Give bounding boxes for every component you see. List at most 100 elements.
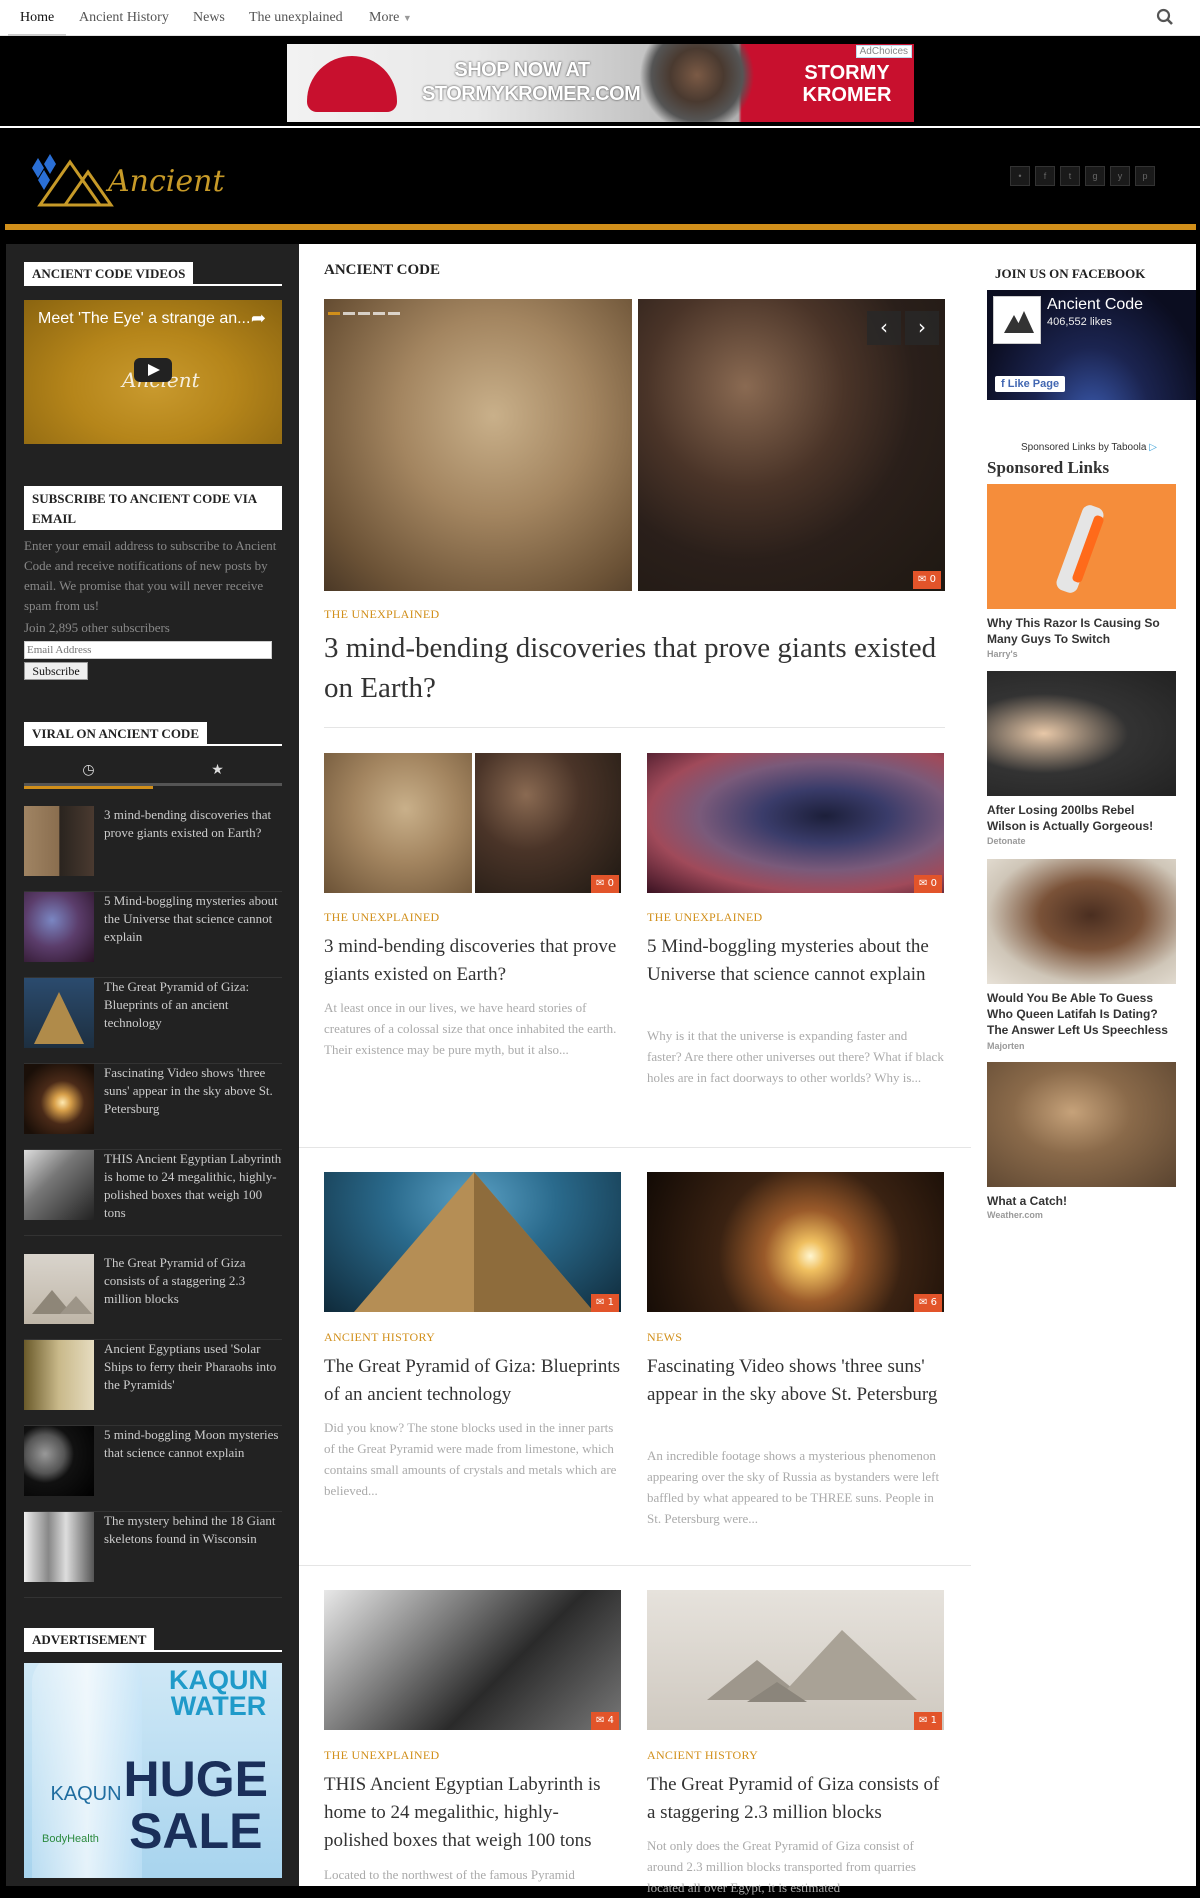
featured-title[interactable]: 3 mind-bending discoveries that prove gi… xyxy=(324,628,945,708)
facebook-page-name[interactable]: Ancient Code xyxy=(1047,296,1143,314)
article-excerpt: Located to the northwest of the famous P… xyxy=(324,1867,575,1882)
featured-category[interactable]: THE UNEXPLAINED xyxy=(324,607,439,622)
divider xyxy=(324,727,945,728)
nav-news[interactable]: News xyxy=(193,0,225,36)
viral-item[interactable]: The Great Pyramid of Giza: Blueprints of… xyxy=(24,978,282,1064)
comment-count-badge[interactable]: ✉ 1 xyxy=(914,1712,942,1730)
article-card[interactable]: ✉ 0 THE UNEXPLAINED 5 Mind-boggling myst… xyxy=(647,753,944,1093)
like-page-button[interactable]: f Like Page xyxy=(995,376,1066,392)
video-player[interactable]: Meet 'The Eye' a strange an... ➦ Ancient xyxy=(24,300,282,444)
article-excerpt: Not only does the Great Pyramid of Giza … xyxy=(647,1838,916,1895)
article-card[interactable]: ✉ 4 THE UNEXPLAINED THIS Ancient Egyptia… xyxy=(324,1590,621,1886)
sponsored-source: Majorten xyxy=(987,1041,1025,1051)
article-card[interactable]: ✉ 0 THE UNEXPLAINED 3 mind-bending disco… xyxy=(324,753,621,1093)
comment-count-badge[interactable]: ✉ 6 xyxy=(914,1294,942,1312)
comment-icon: ✉ xyxy=(596,878,605,889)
viral-thumb xyxy=(24,892,94,962)
viral-item[interactable]: The mystery behind the 18 Giant skeleton… xyxy=(24,1512,282,1598)
nav-more[interactable]: More ▼ xyxy=(369,0,412,36)
site-logo[interactable]: Ancient xyxy=(30,150,225,210)
chevron-down-icon: ▼ xyxy=(402,13,412,23)
article-title[interactable]: THIS Ancient Egyptian Labyrinth is home … xyxy=(324,1771,621,1855)
tab-popular[interactable]: ★ xyxy=(153,756,282,786)
viral-item[interactable]: The Great Pyramid of Giza consists of a … xyxy=(24,1254,282,1340)
article-card[interactable]: ✉ 1 ANCIENT HISTORY The Great Pyramid of… xyxy=(647,1590,944,1895)
article-category[interactable]: ANCIENT HISTORY xyxy=(324,1330,435,1345)
article-title[interactable]: 3 mind-bending discoveries that prove gi… xyxy=(324,933,621,989)
clock-icon: ◷ xyxy=(82,762,95,778)
left-sidebar: ANCIENT CODE VIDEOS Meet 'The Eye' a str… xyxy=(6,244,299,1886)
article-category[interactable]: NEWS xyxy=(647,1330,682,1345)
viral-item[interactable]: 5 mind-boggling Moon mysteries that scie… xyxy=(24,1426,282,1512)
slider-dots[interactable] xyxy=(328,302,403,320)
facebook-icon: f xyxy=(1001,378,1005,390)
sponsored-title[interactable]: After Losing 200lbs Rebel Wilson is Actu… xyxy=(987,802,1176,834)
viral-item[interactable]: THIS Ancient Egyptian Labyrinth is home … xyxy=(24,1150,282,1236)
nav-the-unexplained[interactable]: The unexplained xyxy=(249,0,343,36)
article-excerpt: An incredible footage shows a mysterious… xyxy=(647,1448,940,1526)
article-title[interactable]: Fascinating Video shows 'three suns' app… xyxy=(647,1353,944,1409)
tab-recent[interactable]: ◷ xyxy=(24,756,153,789)
site-header: Ancient • f t g y p xyxy=(0,130,1200,230)
article-title[interactable]: 5 Mind-boggling mysteries about the Univ… xyxy=(647,933,944,989)
viral-item[interactable]: Fascinating Video shows 'three suns' app… xyxy=(24,1064,282,1150)
viral-widget-title: VIRAL ON ANCIENT CODE xyxy=(24,722,282,746)
search-icon[interactable] xyxy=(1156,8,1176,28)
google-plus-icon[interactable]: g xyxy=(1085,166,1105,186)
stormy-kromer-ad[interactable]: SHOP NOW AT STORMYKROMER.COM STORMY KROMER… xyxy=(287,44,914,122)
comment-icon: ✉ xyxy=(596,1297,605,1308)
comment-count-badge[interactable]: ✉ 0 xyxy=(591,875,619,893)
email-field[interactable] xyxy=(24,641,272,659)
featured-slider[interactable]: ‹ › ✉ 0 xyxy=(324,299,945,591)
taboola-label[interactable]: Sponsored Links by Taboola ▷ xyxy=(1021,442,1157,453)
article-category[interactable]: ANCIENT HISTORY xyxy=(647,1748,758,1763)
viral-item[interactable]: 5 Mind-boggling mysteries about the Univ… xyxy=(24,892,282,978)
article-category[interactable]: THE UNEXPLAINED xyxy=(647,910,762,925)
ad-huge-sale: HUGE SALE xyxy=(123,1751,268,1859)
sponsored-source: Detonate xyxy=(987,836,1026,846)
article-title[interactable]: The Great Pyramid of Giza consists of a … xyxy=(647,1771,944,1827)
comment-icon: ✉ xyxy=(918,574,927,585)
pinterest-icon[interactable]: p xyxy=(1135,166,1155,186)
article-category[interactable]: THE UNEXPLAINED xyxy=(324,910,439,925)
viral-item[interactable]: Ancient Egyptians used 'Solar Ships to f… xyxy=(24,1340,282,1426)
viral-tabs: ◷ ★ xyxy=(24,756,282,789)
nav-ancient-history[interactable]: Ancient History xyxy=(79,0,169,36)
youtube-icon[interactable]: y xyxy=(1110,166,1130,186)
nav-more-label: More xyxy=(369,10,400,25)
article-category[interactable]: THE UNEXPLAINED xyxy=(324,1748,439,1763)
slider-next-icon[interactable]: › xyxy=(905,311,939,345)
sponsored-title[interactable]: What a Catch! xyxy=(987,1193,1176,1209)
article-image xyxy=(647,753,944,893)
viral-thumb xyxy=(24,1150,94,1220)
ad-brand-text: STORMY KROMER xyxy=(802,62,892,106)
facebook-page-avatar xyxy=(993,296,1041,344)
facebook-page-box[interactable]: Ancient Code 406,552 likes f Like Page xyxy=(987,290,1196,400)
facebook-icon[interactable]: f xyxy=(1035,166,1055,186)
share-icon[interactable]: ➦ xyxy=(251,308,266,329)
article-card[interactable]: ✉ 1 ANCIENT HISTORY The Great Pyramid of… xyxy=(324,1172,621,1542)
nav-home[interactable]: Home xyxy=(8,0,67,36)
comment-count-badge[interactable]: ✉ 0 xyxy=(913,571,941,589)
sponsored-title[interactable]: Why This Razor Is Causing So Many Guys T… xyxy=(987,615,1176,647)
article-title[interactable]: The Great Pyramid of Giza: Blueprints of… xyxy=(324,1353,621,1409)
kaqun-water-ad[interactable]: KAQUN BodyHealth KAQUN WATER HUGE SALE xyxy=(24,1663,282,1878)
subscriber-count: Join 2,895 other subscribers xyxy=(24,620,170,635)
adchoices-icon[interactable]: AdChoices xyxy=(855,45,912,58)
header-gold-line xyxy=(5,224,1196,230)
subscribe-button[interactable]: Subscribe xyxy=(24,662,88,680)
play-icon[interactable] xyxy=(134,358,172,382)
article-card[interactable]: ✉ 6 NEWS Fascinating Video shows 'three … xyxy=(647,1172,944,1542)
comment-count-badge[interactable]: ✉ 4 xyxy=(591,1712,619,1730)
viral-item-title: 5 mind-boggling Moon mysteries that scie… xyxy=(104,1427,279,1460)
slider-prev-icon[interactable]: ‹ xyxy=(867,311,901,345)
sponsored-title[interactable]: Would You Be Able To Guess Who Queen Lat… xyxy=(987,990,1176,1038)
logo-text: Ancient xyxy=(108,164,225,199)
comment-count-badge[interactable]: ✉ 1 xyxy=(591,1294,619,1312)
rss-icon[interactable]: • xyxy=(1010,166,1030,186)
twitter-icon[interactable]: t xyxy=(1060,166,1080,186)
viral-item[interactable]: 3 mind-bending discoveries that prove gi… xyxy=(24,806,282,892)
viral-thumb xyxy=(24,978,94,1048)
comment-count-badge[interactable]: ✉ 0 xyxy=(914,875,942,893)
star-icon: ★ xyxy=(211,762,224,778)
